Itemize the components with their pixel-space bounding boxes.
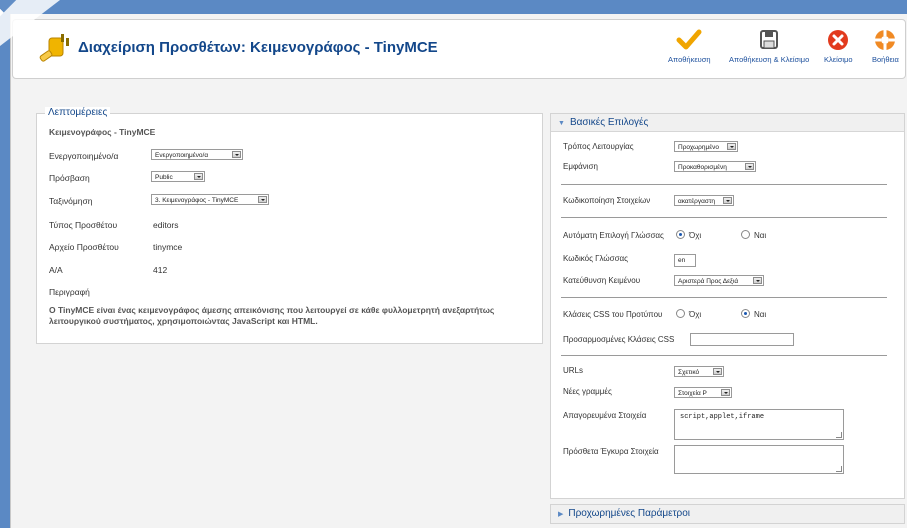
ordering-label: Ταξινόμηση: [49, 196, 93, 206]
newlines-select[interactable]: Στοιχεία P: [674, 387, 732, 398]
file-value: tinymce: [153, 242, 183, 252]
custom-css-input[interactable]: [690, 333, 794, 346]
chevron-down-icon: [232, 151, 241, 158]
chevron-down-icon: [723, 197, 732, 204]
save-label: Αποθήκευση: [668, 55, 711, 64]
ordering-select[interactable]: 3. Κειμενογράφος - TinyMCE: [151, 194, 269, 205]
help-button[interactable]: Βοήθεια: [872, 28, 899, 64]
divider: [561, 217, 887, 218]
lang-code-input[interactable]: en: [674, 254, 696, 267]
details-panel: Λεπτομέρειες Κειμενογράφος - TinyMCE Ενε…: [36, 107, 543, 344]
skin-select[interactable]: Προκαθορισμένη: [674, 161, 756, 172]
basic-options-panel: ▼ Βασικές Επιλογές Τρόπος Λειτουργίας Προ…: [550, 113, 905, 499]
help-lifebuoy-icon: [875, 30, 896, 50]
save-and-close-label: Αποθήκευση & Κλείσιμο: [729, 55, 810, 64]
enabled-label: Ενεργοποιημένο/α: [49, 151, 119, 161]
lang-code-value: en: [678, 257, 686, 264]
details-legend: Λεπτομέρειες: [45, 107, 111, 118]
auto-lang-label: Αυτόματη Επιλογή Γλώσσας: [563, 231, 664, 240]
chevron-down-icon: [727, 143, 736, 150]
enabled-value: Ενεργοποιημένο/α: [155, 152, 209, 159]
encoding-value: ακατέργαστη: [678, 198, 716, 205]
chevron-down-icon: [194, 173, 203, 180]
auto-lang-no-label: Όχι: [689, 231, 702, 240]
newlines-value: Στοιχεία P: [678, 390, 707, 397]
urls-label: URLs: [563, 366, 584, 375]
mode-value: Προχωρημένο: [678, 144, 719, 151]
chevron-down-icon: [258, 196, 267, 203]
toolbar: Διαχείριση Προσθέτων: Κειμενογράφος - Ti…: [12, 19, 906, 79]
direction-value: Αριστερά Προς Δεξιά: [678, 278, 739, 285]
advanced-options-header[interactable]: ▶ Προχωρημένες Παράμετροι: [550, 504, 905, 524]
extra-label: Πρόσθετα Έγκυρα Στοιχεία: [563, 447, 659, 456]
floppy-disk-icon: [760, 30, 779, 49]
page-title: Διαχείριση Προσθέτων: Κειμενογράφος - Ti…: [78, 39, 438, 56]
access-select[interactable]: Public: [151, 171, 205, 182]
skin-label: Εμφάνιση: [563, 162, 598, 171]
close-label: Κλείσιμο: [824, 55, 853, 64]
css-classes-yes-label: Ναι: [754, 310, 767, 319]
type-value: editors: [153, 220, 179, 230]
close-button[interactable]: Κλείσιμο: [824, 28, 853, 64]
skin-value: Προκαθορισμένη: [678, 164, 727, 171]
enabled-select[interactable]: Ενεργοποιημένο/α: [151, 149, 243, 160]
id-label: Α/Α: [49, 265, 63, 275]
description-label: Περιγραφή: [49, 287, 90, 297]
auto-lang-no-radio[interactable]: [676, 230, 685, 239]
css-classes-yes-radio[interactable]: [741, 309, 750, 318]
extra-textarea[interactable]: [674, 445, 844, 474]
resize-grip-icon[interactable]: [836, 466, 842, 472]
save-button[interactable]: Αποθήκευση: [668, 28, 711, 64]
access-value: Public: [155, 174, 173, 181]
newlines-label: Νέες γραμμές: [563, 387, 612, 396]
plugin-plug-icon: [39, 34, 69, 62]
ordering-value: 3. Κειμενογράφος - TinyMCE: [155, 197, 239, 204]
triangle-down-icon: ▼: [558, 120, 565, 127]
resize-grip-icon[interactable]: [836, 432, 842, 438]
prohibited-value: script,applet,iframe: [680, 413, 765, 421]
help-label: Βοήθεια: [872, 55, 899, 64]
prohibited-textarea[interactable]: script,applet,iframe: [674, 409, 844, 440]
divider: [561, 355, 887, 356]
lang-code-label: Κωδικός Γλώσσας: [563, 254, 629, 263]
chevron-down-icon: [753, 277, 762, 284]
auto-lang-yes-radio[interactable]: [741, 230, 750, 239]
chevron-down-icon: [721, 389, 730, 396]
checkmark-icon: [676, 29, 702, 50]
save-and-close-button[interactable]: Αποθήκευση & Κλείσιμο: [729, 28, 809, 64]
encoding-select[interactable]: ακατέργαστη: [674, 195, 734, 206]
encoding-label: Κωδικοποίηση Στοιχείων: [563, 196, 651, 205]
basic-options-title: Βασικές Επιλογές: [569, 117, 649, 128]
close-icon: [828, 30, 849, 50]
access-label: Πρόσβαση: [49, 173, 90, 183]
basic-options-header[interactable]: ▼ Βασικές Επιλογές: [551, 114, 904, 132]
urls-value: Σχετικό: [678, 369, 700, 376]
css-classes-no-radio[interactable]: [676, 309, 685, 318]
auto-lang-yes-label: Ναι: [754, 231, 767, 240]
divider: [561, 297, 887, 298]
divider: [561, 184, 887, 185]
custom-css-label: Προσαρμοσμένες Κλάσεις CSS: [563, 335, 675, 344]
chevron-down-icon: [745, 163, 754, 170]
plugin-name: Κειμενογράφος - TinyMCE: [49, 127, 156, 137]
file-label: Αρχείο Προσθέτου: [49, 242, 119, 252]
direction-select[interactable]: Αριστερά Προς Δεξιά: [674, 275, 764, 286]
chevron-down-icon: [713, 368, 722, 375]
triangle-right-icon: ▶: [558, 511, 564, 518]
urls-select[interactable]: Σχετικό: [674, 366, 724, 377]
mode-select[interactable]: Προχωρημένο: [674, 141, 738, 152]
css-classes-label: Κλάσεις CSS του Προτύπου: [563, 310, 663, 319]
description-text: Ο TinyMCE είναι ένας κειμενογράφος άμεση…: [49, 305, 495, 326]
prohibited-label: Απαγορευμένα Στοιχεία: [563, 411, 647, 420]
id-value: 412: [153, 265, 168, 275]
advanced-options-title: Προχωρημένες Παράμετροι: [568, 508, 691, 519]
direction-label: Κατεύθυνση Κειμένου: [563, 276, 641, 285]
type-label: Τύπος Προσθέτου: [49, 220, 118, 230]
css-classes-no-label: Όχι: [689, 310, 702, 319]
mode-label: Τρόπος Λειτουργίας: [563, 142, 634, 151]
